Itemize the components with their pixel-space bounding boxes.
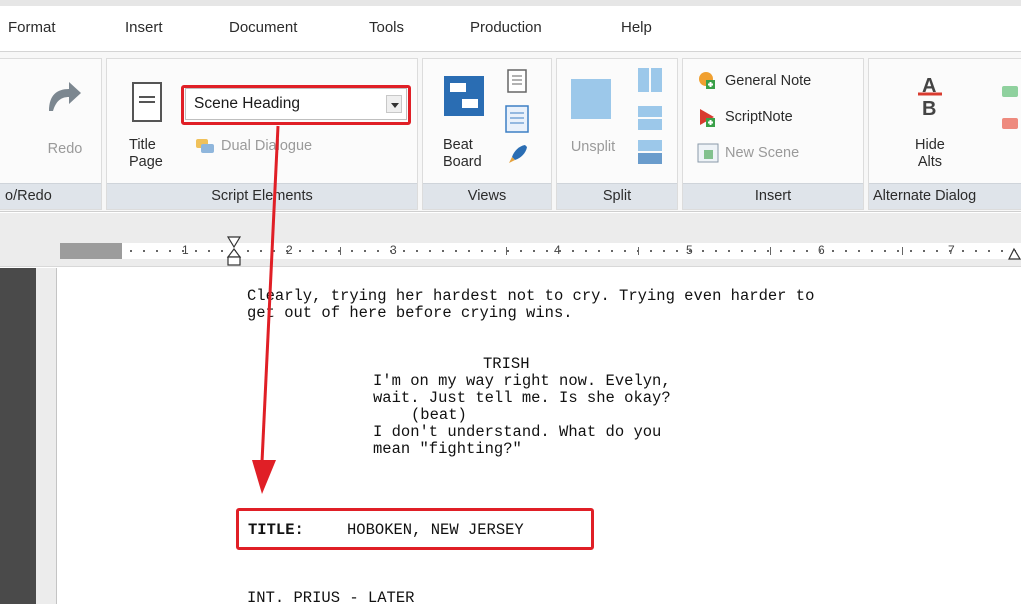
annotation-arrow: [252, 125, 280, 494]
